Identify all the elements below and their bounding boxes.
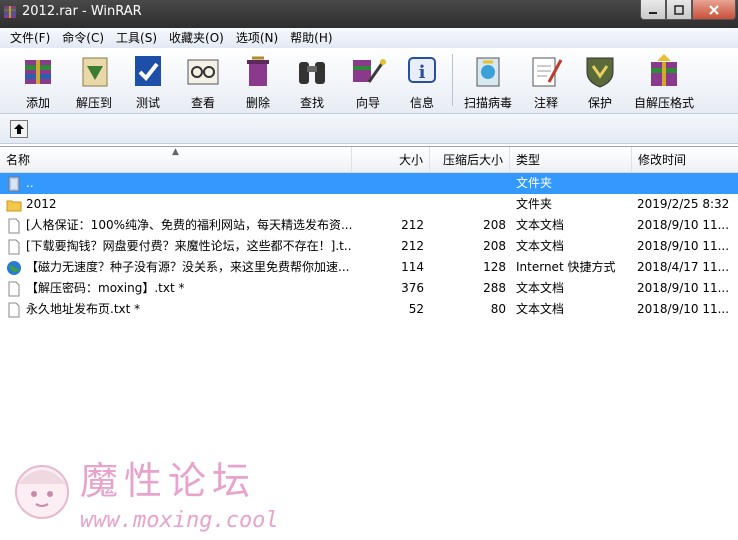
maximize-icon: [674, 4, 684, 15]
table-row[interactable]: 永久地址发布页.txt * 52 80 文本文档 2018/9/10 11...: [0, 299, 738, 320]
menu-bar: 文件(F) 命令(C) 工具(S) 收藏夹(O) 选项(N) 帮助(H): [0, 28, 738, 48]
menu-favorites[interactable]: 收藏夹(O): [163, 28, 230, 48]
virus-scan-button[interactable]: 扫描病毒: [460, 50, 516, 112]
table-row[interactable]: 2012 文件夹 2019/2/25 8:32: [0, 194, 738, 215]
table-row[interactable]: .. 文件夹: [0, 173, 738, 194]
comment-button[interactable]: 注释: [524, 50, 568, 112]
extract-to-button[interactable]: 解压到: [70, 50, 118, 112]
table-row[interactable]: 【解压密码：moxing】.txt * 376 288 文本文档 2018/9/…: [0, 278, 738, 299]
protect-button[interactable]: 保护: [578, 50, 622, 112]
sort-ascending-icon: ▲: [172, 147, 179, 157]
watermark-url: www.moxing.cool: [80, 508, 279, 533]
up-folder-button[interactable]: [10, 120, 28, 138]
file-rows: .. 文件夹 2012 文件夹 2019/2/25 8:32 [人格保证：100…: [0, 173, 738, 320]
table-row[interactable]: 【磁力无速度？种子没有源？没关系，来这里免费帮你加速... 114 128 In…: [0, 257, 738, 278]
close-button[interactable]: [692, 0, 736, 20]
address-bar: [0, 114, 738, 144]
watermark-title: 魔性论坛: [80, 459, 257, 503]
svg-text:i: i: [419, 62, 426, 83]
table-row[interactable]: [人格保证：100%纯净、免费的福利网站，每天精选发布资... 212 208 …: [0, 215, 738, 236]
menu-options[interactable]: 选项(N): [230, 28, 284, 48]
add-archive-icon: [25, 60, 51, 84]
watermark: 魔性论坛 www.moxing.cool: [10, 450, 300, 540]
menu-tools[interactable]: 工具(S): [110, 28, 163, 48]
column-packed[interactable]: 压缩后大小: [430, 147, 510, 173]
window-title: 2012.rar - WinRAR: [22, 4, 142, 19]
sfx-button[interactable]: 自解压格式: [632, 50, 696, 112]
add-button[interactable]: 添加: [14, 50, 62, 112]
delete-icon: [247, 56, 269, 86]
toolbar: 添加 解压到 测试 查看 删除 查找 向导 i 信息 扫描病毒 注释 保护 自解…: [0, 48, 738, 114]
column-type[interactable]: 类型: [510, 147, 632, 173]
up-arrow-icon: [14, 124, 24, 134]
sfx-icon: [651, 54, 677, 86]
title-bar: 2012.rar - WinRAR: [0, 0, 738, 28]
menu-file[interactable]: 文件(F): [4, 28, 56, 48]
minimize-button[interactable]: [640, 0, 666, 20]
close-icon: [709, 4, 719, 15]
column-header: 名称 ▲ 大小 压缩后大小 类型 修改时间: [0, 147, 738, 173]
wizard-icon: [353, 59, 386, 83]
protect-shield-icon: [586, 57, 614, 88]
view-button[interactable]: 查看: [180, 50, 226, 112]
column-modified[interactable]: 修改时间: [632, 147, 738, 173]
info-icon: i: [408, 57, 436, 83]
winrar-app-icon: [4, 6, 16, 18]
wizard-button[interactable]: 向导: [344, 50, 392, 112]
find-binoculars-icon: [299, 62, 325, 84]
delete-button[interactable]: 删除: [236, 50, 280, 112]
menu-help[interactable]: 帮助(H): [284, 28, 338, 48]
view-icon: [187, 59, 219, 85]
comment-icon: [532, 57, 563, 87]
find-button[interactable]: 查找: [290, 50, 334, 112]
mascot-watermark-icon: [15, 465, 69, 519]
toolbar-separator: [452, 54, 453, 106]
extract-to-icon: [82, 57, 108, 87]
menu-commands[interactable]: 命令(C): [56, 28, 110, 48]
column-size[interactable]: 大小: [352, 147, 430, 173]
table-row[interactable]: [下载要掏钱？网盘要付费？来魔性论坛，这些都不存在！].t... 212 208…: [0, 236, 738, 257]
info-button[interactable]: i 信息: [400, 50, 444, 112]
test-icon: [135, 56, 161, 86]
minimize-icon: [649, 11, 657, 14]
maximize-button[interactable]: [666, 0, 692, 20]
test-button[interactable]: 测试: [126, 50, 170, 112]
virus-scan-icon: [476, 57, 500, 87]
